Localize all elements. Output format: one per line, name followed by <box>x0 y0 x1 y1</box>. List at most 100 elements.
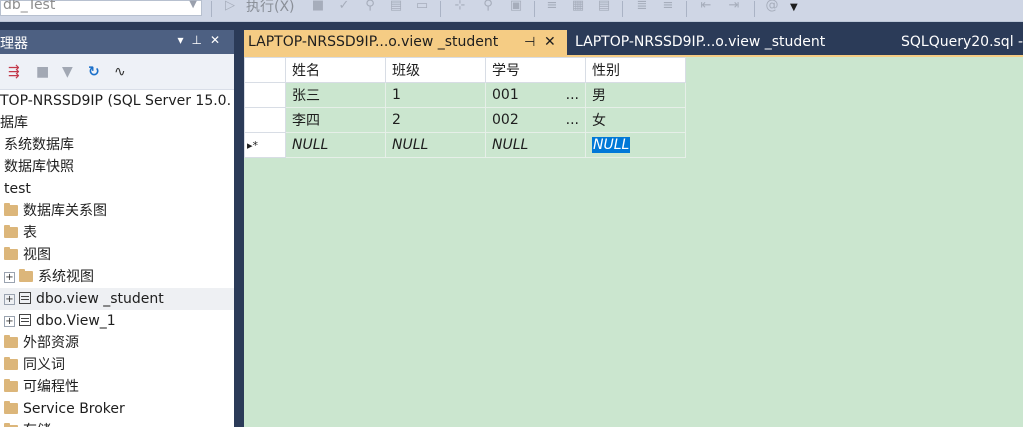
tree-item[interactable]: + dbo.View_1 <box>0 310 234 332</box>
row-selector[interactable] <box>244 82 286 108</box>
tree-item-label: 表 <box>23 225 37 241</box>
tree-item[interactable]: 存储 <box>0 420 234 427</box>
connect-icon[interactable]: ⇶ <box>8 64 20 80</box>
cell-name[interactable]: 张三 <box>285 82 386 108</box>
cell-gender-null[interactable]: NULL <box>585 132 686 158</box>
row-selector[interactable] <box>244 107 286 133</box>
tree-item[interactable]: test <box>0 178 234 200</box>
expand-icon[interactable]: + <box>4 316 15 327</box>
tree-item[interactable]: 据库 <box>0 112 234 134</box>
tree-item-label: test <box>4 181 31 197</box>
cell-class-null[interactable]: NULL <box>385 132 486 158</box>
pin-icon[interactable]: ⊥ <box>191 33 209 47</box>
tree-item[interactable]: + 系统视图 <box>0 266 234 288</box>
results-grid-icon[interactable]: ▤ <box>388 0 404 14</box>
tree-item[interactable]: 表 <box>0 222 234 244</box>
specify-values-icon[interactable]: @ <box>764 0 780 14</box>
tree-item-label: dbo.view _student <box>36 291 164 307</box>
toolbar-separator <box>440 1 441 17</box>
cell-name[interactable]: 李四 <box>285 107 386 133</box>
tree-item-label: 数据库快照 <box>4 159 74 175</box>
play-icon[interactable]: ▷ <box>222 0 238 14</box>
view-icon <box>19 292 31 304</box>
intellisense-icon[interactable]: ▣ <box>508 0 524 14</box>
toolbar-separator <box>754 1 755 17</box>
disconnect-icon[interactable]: ■ <box>36 64 49 80</box>
cell-student-id[interactable]: 001... <box>485 82 586 108</box>
tree-item[interactable]: 可编程性 <box>0 376 234 398</box>
column-header-gender[interactable]: 性别 <box>585 57 686 83</box>
chevron-down-icon: ▼ <box>189 0 197 10</box>
cell-class[interactable]: 2 <box>385 107 486 133</box>
document-tab-bar: LAPTOP-NRSSD9IP...o.view _student ⊣ ✕ LA… <box>244 30 1023 55</box>
folder-icon <box>4 203 18 216</box>
tree-item-label: 系统视图 <box>38 269 94 285</box>
cell-class[interactable]: 1 <box>385 82 486 108</box>
tree-item[interactable]: TOP-NRSSD9IP (SQL Server 15.0. <box>0 90 234 112</box>
cell-gender[interactable]: 男 <box>585 82 686 108</box>
file-results-icon[interactable]: ▤ <box>596 0 612 14</box>
cell-value: 001 <box>492 87 519 103</box>
execute-button[interactable]: 执行(X) <box>246 0 295 16</box>
tab-view-student[interactable]: LAPTOP-NRSSD9IP...o.view _student <box>571 30 825 55</box>
folder-icon <box>4 357 18 370</box>
query-options-icon[interactable]: ⚲ <box>480 0 496 14</box>
folder-icon <box>4 247 18 260</box>
uncomment-icon[interactable]: ≡ <box>660 0 676 14</box>
column-header-class[interactable]: 班级 <box>385 57 486 83</box>
parse-tree-icon[interactable]: ⚲ <box>362 0 378 14</box>
main-toolbar: db_Test ▼ ▷ 执行(X) ■ ✓ ⚲ ▤ ▭ ⊹ ⚲ ▣ ≡ ▦ ▤ … <box>0 0 1023 22</box>
increase-indent-icon[interactable]: ⇥ <box>726 0 742 14</box>
ellipsis-button[interactable]: ... <box>566 112 579 128</box>
tree-item[interactable]: 数据库关系图 <box>0 200 234 222</box>
tree-item-label: 存储 <box>23 423 51 427</box>
pin-icon[interactable]: ⊣ <box>524 30 535 55</box>
tree-item-label: 外部资源 <box>23 335 79 351</box>
cell-gender[interactable]: 女 <box>585 107 686 133</box>
tree-item[interactable]: Service Broker <box>0 398 234 420</box>
new-row-marker[interactable]: ▸* <box>244 132 286 158</box>
tree-item[interactable]: 系统数据库 <box>0 134 234 156</box>
expand-icon[interactable]: + <box>4 294 15 305</box>
close-icon[interactable]: ✕ <box>544 30 556 55</box>
tree-item[interactable]: + dbo.view _student <box>0 288 234 310</box>
filter-icon[interactable]: ▼ <box>62 64 73 80</box>
folder-icon <box>4 401 18 414</box>
stop-icon[interactable]: ■ <box>310 0 326 14</box>
text-results-icon[interactable]: ≡ <box>544 0 560 14</box>
cell-student-id[interactable]: 002... <box>485 107 586 133</box>
toolbar-overflow-icon[interactable]: ▼ <box>790 2 798 13</box>
toolbar-separator <box>534 1 535 17</box>
grid-results-icon[interactable]: ▦ <box>570 0 586 14</box>
tab-view-student-active[interactable]: LAPTOP-NRSSD9IP...o.view _student ⊣ ✕ <box>244 30 567 55</box>
results-file-icon[interactable]: ▭ <box>414 0 430 14</box>
tree-item-label: 系统数据库 <box>4 137 74 153</box>
tree-item[interactable]: 数据库快照 <box>0 156 234 178</box>
panel-splitter[interactable] <box>234 30 244 427</box>
activity-monitor-icon[interactable]: ∿ <box>114 64 126 80</box>
folder-icon <box>19 269 33 282</box>
tree-item[interactable]: 同义词 <box>0 354 234 376</box>
cell-name-null[interactable]: NULL <box>285 132 386 158</box>
column-header-student-id[interactable]: 学号 <box>485 57 586 83</box>
tab-sqlquery20[interactable]: SQLQuery20.sql - <box>897 30 1023 55</box>
panel-menu-icon[interactable]: ▾ <box>177 33 191 47</box>
expand-icon[interactable]: + <box>4 272 15 283</box>
tab-label: LAPTOP-NRSSD9IP...o.view _student <box>575 34 826 50</box>
cell-student-id-null[interactable]: NULL <box>485 132 586 158</box>
check-icon[interactable]: ✓ <box>336 0 352 14</box>
tree-item[interactable]: 视图 <box>0 244 234 266</box>
close-icon[interactable]: ✕ <box>210 33 228 47</box>
column-header-name[interactable]: 姓名 <box>285 57 386 83</box>
row-header-corner[interactable] <box>244 57 286 83</box>
tree-item[interactable]: 外部资源 <box>0 332 234 354</box>
comment-icon[interactable]: ≣ <box>634 0 650 14</box>
refresh-icon[interactable]: ↻ <box>88 64 100 80</box>
folder-icon <box>4 225 18 238</box>
object-explorer-panel: 理器 ▾⊥✕ ⇶ ■ ▼ ↻ ∿ TOP-NRSSD9IP (SQL Serve… <box>0 30 234 427</box>
results-editor-area: 姓名 班级 学号 性别 张三 1 001... 男 李四 2 002... 女 <box>244 55 1023 427</box>
database-select[interactable]: db_Test ▼ <box>0 0 202 16</box>
decrease-indent-icon[interactable]: ⇤ <box>698 0 714 14</box>
estimated-plan-icon[interactable]: ⊹ <box>452 0 468 14</box>
ellipsis-button[interactable]: ... <box>566 87 579 103</box>
